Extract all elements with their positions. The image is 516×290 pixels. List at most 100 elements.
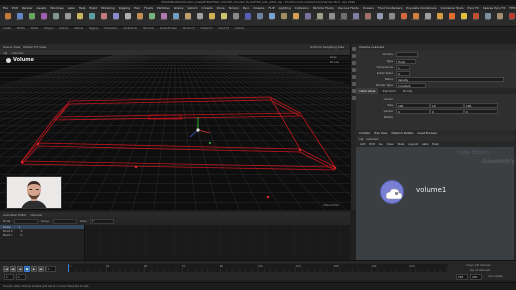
border-type-menu[interactable]: Constant (396, 82, 426, 88)
step-forward-icon[interactable]: |▶ (38, 266, 44, 272)
menu-item[interactable]: Render (22, 6, 33, 10)
shelf-tab[interactable]: Characters (104, 27, 117, 31)
volume-node[interactable] (380, 180, 404, 204)
shelf-tool[interactable]: Fog (374, 12, 385, 25)
end-frame-field[interactable]: 240 (456, 274, 468, 280)
shelf-tool[interactable]: Spot (206, 12, 217, 25)
shelf-tab[interactable]: Guide Process (160, 27, 177, 31)
tab-animation-editor[interactable]: Animation Editor (3, 213, 26, 217)
shelf-tool[interactable]: Tube (26, 12, 37, 25)
shelf-tool[interactable]: Stereo (362, 12, 373, 25)
menu-item[interactable]: File (3, 6, 8, 10)
range-end-field[interactable]: 240 (470, 274, 482, 280)
auto-update-menu[interactable]: Auto Update (488, 275, 503, 278)
channel-row[interactable]: Pivot Y 0 (0, 233, 84, 237)
menu-item[interactable]: Labs (68, 6, 75, 10)
start-frame-field-2[interactable]: 1 (16, 274, 26, 280)
shelf-tool[interactable]: GI (278, 12, 289, 25)
shelf-tool[interactable]: Curve (98, 12, 109, 25)
name-field[interactable]: density (396, 76, 504, 82)
dimensions-field[interactable]: 1 (396, 64, 410, 70)
persp-menu[interactable]: Persp (330, 56, 337, 59)
menu-item[interactable]: Sparse Pyro FX (483, 6, 506, 10)
shelf-tool[interactable]: Portal (302, 12, 313, 25)
type-menu[interactable]: Fixed (396, 58, 416, 64)
menu-item[interactable]: Oceans (363, 6, 374, 10)
menu-item[interactable]: Drive (217, 6, 225, 10)
shelf-tool[interactable]: Ambient (314, 12, 325, 25)
shelf-tool[interactable]: VR Cam (338, 12, 349, 25)
size-z[interactable]: 100 (464, 102, 498, 108)
play-reverse-icon[interactable]: ◀ (17, 266, 23, 272)
shelf-tool[interactable]: Circle (86, 12, 97, 25)
menu-item[interactable]: Particles (157, 6, 170, 10)
tab-initial-value[interactable]: Initial Value (356, 88, 379, 94)
shelf-tool[interactable]: Smoke (386, 12, 397, 25)
menu-item[interactable]: Build (90, 6, 98, 10)
tab-border[interactable]: Border (400, 88, 415, 94)
shelf-tool[interactable]: Dust (494, 12, 505, 25)
menu-item[interactable]: Pyro (243, 6, 250, 10)
net-menu-add[interactable]: Add (360, 142, 365, 146)
shelf-tool[interactable]: Env (254, 12, 265, 25)
path-obj[interactable]: obj (3, 51, 7, 55)
tab-tree-view[interactable]: Tree View (374, 131, 387, 135)
menu-item[interactable]: Assets (37, 6, 47, 10)
menu-item[interactable]: Particle Fluids (313, 6, 334, 10)
shelf-tool[interactable]: Line (74, 12, 85, 25)
key-all-channels-button[interactable]: Key All Channels (470, 269, 490, 272)
shelf-tool[interactable]: Billowy (422, 12, 433, 25)
shelf-tab[interactable]: Deform (59, 27, 68, 31)
center-z[interactable]: 0 (464, 108, 498, 114)
menu-item[interactable]: Pyro FX (468, 6, 479, 10)
menu-item[interactable]: Viscous Fluids (338, 6, 359, 10)
shelf-tool[interactable]: Explode (410, 12, 421, 25)
menu-item[interactable]: Help (79, 6, 86, 10)
shelf-tab[interactable]: Modify (17, 27, 25, 31)
shelf-tool[interactable]: Volume (242, 12, 253, 25)
shelf-tool[interactable]: Spark (458, 12, 469, 25)
shelf-tool[interactable]: Area (218, 12, 229, 25)
initial-value-field[interactable]: 0 (396, 70, 410, 76)
menu-item[interactable]: Rigging (119, 6, 130, 10)
mode-field[interactable] (13, 218, 38, 224)
node-type-value[interactable] (396, 51, 418, 57)
shelf-tab[interactable]: Model (31, 27, 38, 31)
menu-item[interactable]: Terrain (229, 6, 239, 10)
stop-icon[interactable]: ■ (24, 266, 30, 272)
shelf-tab[interactable]: Hair Utils (143, 27, 154, 31)
shelf-tool[interactable]: Camera (326, 12, 337, 25)
channel-list[interactable]: Scale 1 Pivot X 0 Pivot Y 0 (0, 225, 85, 260)
shelf-tab[interactable]: Simple FX (201, 27, 213, 31)
menu-item[interactable]: Modeling (101, 6, 115, 10)
net-menu-labs[interactable]: Labs (422, 142, 429, 146)
shelf-tool[interactable]: Caustic (290, 12, 301, 25)
tab-channel[interactable]: Channel (30, 213, 41, 217)
tab-motion-fx-view[interactable]: Motion FX View (23, 45, 46, 49)
center-y[interactable]: 0 (430, 108, 464, 114)
net-menu-help[interactable]: Help (432, 142, 438, 146)
shelf-tool[interactable]: Geo (230, 12, 241, 25)
size-x[interactable]: 100 (396, 102, 430, 108)
tab-asset-browser[interactable]: Asset Browser (417, 131, 437, 135)
shelf-tool[interactable]: Sky (266, 12, 277, 25)
menu-item[interactable]: FLIP (269, 6, 275, 10)
net-menu-tools[interactable]: Tools (397, 142, 404, 146)
shelf-tool[interactable]: Grid (50, 12, 61, 25)
shelf-tool[interactable]: Path (122, 12, 133, 25)
tab-transform[interactable]: Transform (379, 88, 399, 94)
menu-item[interactable]: Lighting (279, 6, 291, 10)
shelf-tool[interactable]: Burn (506, 12, 516, 25)
value-field[interactable]: 0 (89, 218, 114, 224)
shelf-tab[interactable]: Texture (74, 27, 83, 31)
shelf-tool[interactable]: Wisp (482, 12, 493, 25)
shelf-tool[interactable]: Spray (134, 12, 145, 25)
current-frame-field[interactable]: 1 (46, 266, 56, 272)
net-menu-edit[interactable]: Edit (369, 142, 374, 146)
shelf-tool[interactable]: Pyro (470, 12, 481, 25)
net-path-node[interactable]: volume1 (366, 137, 378, 141)
net-menu-go[interactable]: Go (379, 142, 383, 146)
menu-item[interactable]: Vellum (187, 6, 197, 10)
menu-item[interactable]: FEM (509, 6, 515, 10)
shelf-tool[interactable]: Font (146, 12, 157, 25)
